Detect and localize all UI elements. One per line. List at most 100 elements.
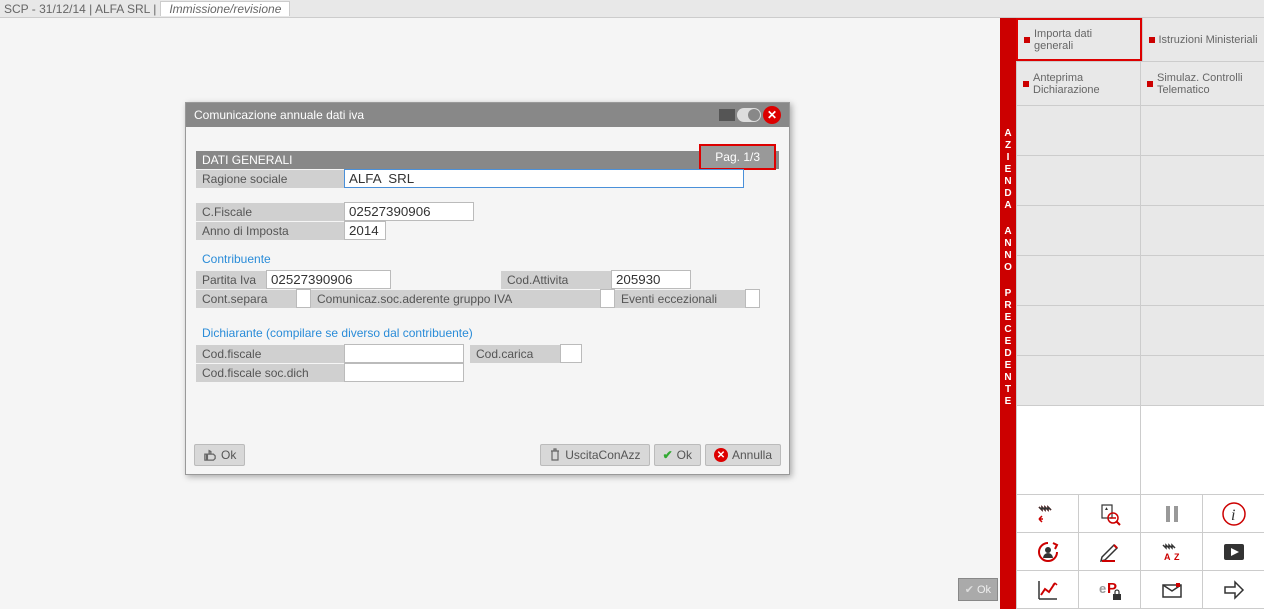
ok-right-button[interactable]: ✔ Ok (654, 444, 701, 466)
close-icon[interactable]: ✕ (763, 106, 781, 124)
input-cont-separa[interactable] (296, 289, 311, 308)
section-header-dati-generali: DATI GENERALI Pag. 1/3 (196, 151, 779, 169)
svg-text:i: i (1231, 507, 1235, 524)
empty-cell (1016, 306, 1140, 355)
empty-cell (1016, 156, 1140, 205)
input-eventi[interactable] (745, 289, 760, 308)
label-cod-attivita: Cod.Attivita (501, 271, 611, 289)
ok-left-button[interactable]: Ok (194, 444, 245, 466)
right-grid: Importa dati generali Istruzioni Ministe… (1016, 18, 1264, 609)
input-cod-fiscale[interactable] (344, 344, 464, 363)
empty-cell (1016, 406, 1140, 494)
input-anno-imposta[interactable] (344, 221, 386, 240)
ep-lock-button[interactable]: eP (1078, 571, 1140, 609)
header-bar: SCP - 31/12/14 | ALFA SRL | Immissione/r… (0, 0, 1264, 18)
svg-text:▲: ▲ (1104, 506, 1109, 512)
trash-icon (549, 448, 561, 462)
label-c-fiscale: C.Fiscale (196, 203, 344, 221)
empty-cell (1140, 256, 1264, 305)
refresh-user-button[interactable] (1016, 533, 1078, 571)
play-button[interactable] (1202, 533, 1264, 571)
red-strip-azienda: AZIENDA ANNO PRECEDENTE (1000, 18, 1016, 609)
main-area: Comunicazione annuale dati iva ✕ DATI GE… (0, 18, 1000, 609)
input-cod-fiscale-soc[interactable] (344, 363, 464, 382)
input-partita-iva[interactable] (266, 270, 391, 289)
message-button[interactable] (1140, 571, 1202, 609)
ep-lock-icon: eP (1097, 577, 1123, 603)
input-comunicaz[interactable] (600, 289, 615, 308)
pause-button[interactable] (1140, 495, 1202, 533)
edit-button[interactable] (1078, 533, 1140, 571)
empty-cell (1140, 306, 1264, 355)
uscita-label: UscitaConAzz (565, 448, 640, 462)
toggle-icon[interactable] (737, 108, 761, 122)
input-c-fiscale[interactable] (344, 202, 474, 221)
svg-text:e: e (1099, 581, 1106, 596)
chart-button[interactable] (1016, 571, 1078, 609)
arrow-right-button[interactable] (1202, 571, 1264, 609)
label-cod-fiscale-soc: Cod.fiscale soc.dich (196, 364, 344, 382)
empty-cell (1140, 156, 1264, 205)
empty-cell (1016, 106, 1140, 155)
right-panel: AZIENDA ANNO PRECEDENTE Importa dati gen… (1000, 18, 1264, 609)
edit-icon (1097, 539, 1123, 565)
bottom-ok-label: Ok (977, 584, 991, 596)
red-dot-icon (1024, 37, 1030, 43)
cell-simulaz[interactable]: Simulaz. Controlli Telematico (1140, 62, 1264, 105)
cell-anteprima[interactable]: Anteprima Dichiarazione (1016, 62, 1140, 105)
label-cont-separa: Cont.separa (196, 290, 296, 308)
arrow-right-icon (1221, 577, 1247, 603)
label-cod-carica: Cod.carica (470, 345, 560, 363)
check-icon: ✔ (663, 448, 673, 462)
factory-az-button[interactable]: AZ (1140, 533, 1202, 571)
ok-right-label: Ok (677, 448, 692, 462)
label-partita-iva: Partita Iva (196, 271, 266, 289)
x-icon: ✕ (714, 448, 728, 462)
label-cod-fiscale: Cod.fiscale (196, 345, 344, 363)
empty-cell (1140, 406, 1264, 494)
label-ragione-sociale: Ragione sociale (196, 170, 344, 188)
red-dot-icon (1149, 37, 1155, 43)
factory-back-icon (1035, 501, 1061, 527)
play-icon (1221, 539, 1247, 565)
tab-immissione[interactable]: Immissione/revisione (160, 1, 290, 16)
section-dichiarante: Dichiarante (compilare se diverso dal co… (196, 322, 779, 344)
empty-cell (1140, 106, 1264, 155)
cell-istruzioni[interactable]: Istruzioni Ministeriali (1142, 18, 1264, 61)
dialog-comunicazione: Comunicazione annuale dati iva ✕ DATI GE… (185, 102, 790, 475)
svg-text:Z: Z (1174, 552, 1180, 562)
empty-cell (1016, 356, 1140, 405)
uscita-button[interactable]: UscitaConAzz (540, 444, 649, 466)
flag-icon[interactable] (719, 109, 735, 121)
annulla-label: Annulla (732, 448, 772, 462)
empty-cell (1140, 356, 1264, 405)
breadcrumb: SCP - 31/12/14 | ALFA SRL | (4, 2, 156, 16)
input-cod-carica[interactable] (560, 344, 582, 363)
red-dot-icon (1023, 81, 1029, 87)
bottom-ok-button[interactable]: ✔ Ok (958, 578, 998, 601)
thumb-icon (203, 449, 217, 461)
annulla-button[interactable]: ✕ Annulla (705, 444, 781, 466)
cell-importa-dati[interactable]: Importa dati generali (1016, 18, 1142, 61)
label-eventi: Eventi eccezionali (615, 290, 745, 308)
chart-icon (1035, 577, 1061, 603)
zoom-icon: ▲ (1097, 501, 1123, 527)
ok-left-label: Ok (221, 448, 236, 462)
label-comunicaz: Comunicaz.soc.aderente gruppo IVA (311, 290, 600, 308)
input-ragione-sociale[interactable] (344, 169, 744, 188)
empty-cell (1016, 256, 1140, 305)
message-icon (1159, 577, 1185, 603)
info-icon: i (1221, 501, 1247, 527)
check-icon: ✔ (965, 583, 974, 596)
info-button[interactable]: i (1202, 495, 1264, 533)
section-contribuente: Contribuente (196, 248, 779, 270)
zoom-button[interactable]: ▲ (1078, 495, 1140, 533)
factory-az-icon: AZ (1159, 539, 1185, 565)
pause-icon (1159, 501, 1185, 527)
page-indicator: Pag. 1/3 (699, 144, 776, 170)
factory-back-button[interactable] (1016, 495, 1078, 533)
red-dot-icon (1147, 81, 1153, 87)
refresh-user-icon (1035, 539, 1061, 565)
empty-cell (1016, 206, 1140, 255)
input-cod-attivita[interactable] (611, 270, 691, 289)
